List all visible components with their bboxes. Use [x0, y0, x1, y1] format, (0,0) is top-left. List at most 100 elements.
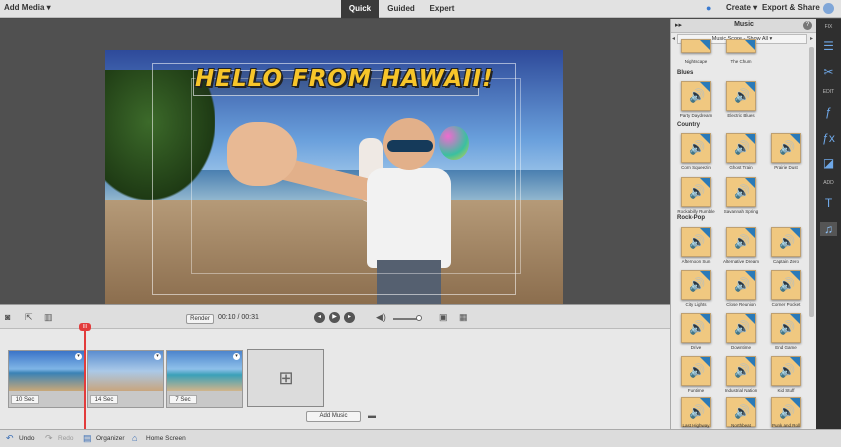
music-note-icon[interactable]: ♫ [820, 222, 837, 236]
forward-icon[interactable]: ▸ [344, 312, 355, 323]
music-label: Last Highway [682, 423, 710, 428]
music-tile[interactable]: 🔊 [681, 133, 711, 163]
tools-icon[interactable]: ✂ [820, 65, 837, 79]
next-arrow-icon[interactable]: ▸ [810, 35, 813, 42]
speaker-icon: 🔊 [779, 363, 796, 378]
narration-icon[interactable]: ▬ [368, 411, 376, 420]
volume-slider-knob[interactable] [416, 315, 422, 321]
create-menu[interactable]: Create ▾ [726, 3, 757, 12]
music-label: Ghost Train [729, 165, 753, 170]
category-heading: Blues [677, 70, 694, 76]
layout-icon[interactable]: ▦ [459, 312, 468, 323]
settings-icon[interactable] [823, 3, 834, 14]
music-tile[interactable]: 🔊 [726, 81, 756, 111]
organizer-button[interactable]: Organizer [96, 435, 125, 442]
clip-duration[interactable]: 7 Sec [169, 395, 197, 404]
panel-scrollbar[interactable] [809, 47, 814, 317]
video-clip[interactable]: ▾ 10 Sec [8, 350, 85, 408]
music-label: Drive [690, 345, 702, 350]
rewind-icon[interactable]: ◂ [314, 312, 325, 323]
music-tile[interactable]: 🔊 [726, 133, 756, 163]
pan-zoom-icon[interactable]: ƒ [820, 105, 837, 119]
organizer-icon[interactable]: ▤ [83, 433, 92, 444]
tab-guided[interactable]: Guided [383, 0, 419, 18]
speaker-icon: 🔊 [689, 88, 706, 103]
clip-duration[interactable]: 10 Sec [11, 395, 39, 404]
chevron-down-icon[interactable]: ▾ [154, 353, 161, 360]
home-screen-button[interactable]: Home Screen [146, 435, 186, 442]
fullscreen-icon[interactable]: ▣ [439, 312, 448, 323]
bell-icon[interactable]: ● [706, 3, 716, 14]
music-tile[interactable]: 🔊 [771, 227, 801, 257]
music-tile[interactable]: 🔊 [771, 356, 801, 386]
chevron-down-icon[interactable]: ▾ [233, 353, 240, 360]
titles-icon[interactable]: T [820, 196, 837, 210]
timeline-toolbar: ◙ ⇱ ▥ Render 00:10 / 00:31 ◂ ▶ ▸ ◀) ▣ ▦ [0, 305, 670, 329]
music-tile[interactable]: 🔊 [681, 356, 711, 386]
panel-header: ▸▸ Music ? [671, 19, 817, 33]
export-share-menu[interactable]: Export & Share [762, 3, 820, 12]
render-button[interactable]: Render [186, 314, 214, 324]
edit-label: EDIT [822, 89, 835, 95]
music-tile[interactable]: 🔊 [771, 270, 801, 300]
music-tile[interactable]: 🔊 [726, 356, 756, 386]
adjust-sliders-icon[interactable]: ☰ [820, 39, 837, 53]
music-tile[interactable]: 🔊 [681, 270, 711, 300]
speaker-icon: 🔊 [779, 234, 796, 249]
music-label: City Lights [685, 302, 707, 307]
fix-label: FIX [824, 24, 833, 30]
add-music-button[interactable]: Add Music [306, 411, 361, 422]
speaker-icon: 🔊 [689, 184, 706, 199]
redo-icon[interactable]: ↷ [45, 433, 53, 444]
camera-icon[interactable]: ◙ [5, 312, 10, 322]
speaker-icon: 🔊 [734, 140, 751, 155]
clip-thumbnail [9, 351, 84, 391]
music-tile[interactable]: 🔊 [726, 177, 756, 207]
category-heading: Country [677, 122, 700, 128]
redo-button[interactable]: Redo [58, 435, 74, 442]
undo-icon[interactable]: ↶ [6, 433, 14, 444]
music-label: Punk and Roll [771, 423, 801, 428]
prev-arrow-icon[interactable]: ◂ [672, 35, 675, 42]
export-icon[interactable]: ⇱ [25, 312, 33, 323]
playhead[interactable]: III [79, 323, 91, 331]
music-tile[interactable]: 🔊 [726, 227, 756, 257]
music-label: Kid Stuff [777, 388, 795, 393]
tab-quick[interactable]: Quick [341, 0, 379, 18]
clip-duration[interactable]: 14 Sec [90, 395, 118, 404]
music-tile[interactable]: 🔊 [681, 227, 711, 257]
music-label: Northbeat [731, 423, 751, 428]
category-heading: Rock-Pop [677, 215, 706, 221]
speaker-icon: 🔊 [734, 404, 751, 419]
volume-icon[interactable]: ◀) [376, 312, 386, 323]
effects-icon[interactable]: ƒx [820, 131, 837, 145]
music-tile[interactable]: 🔊 [771, 313, 801, 343]
music-tile[interactable]: 🔊 [726, 270, 756, 300]
music-tile[interactable]: 🔊 [681, 313, 711, 343]
tab-expert[interactable]: Expert [424, 0, 460, 18]
music-tile[interactable]: 🔊 [681, 81, 711, 111]
add-media-slot[interactable]: ⊞ [247, 349, 324, 407]
music-label: Corn Squeezin [681, 165, 711, 170]
color-icon[interactable]: ◪ [820, 156, 837, 170]
music-tile[interactable]: 🔊 [771, 133, 801, 163]
add-media-menu[interactable]: Add Media ▾ [4, 3, 51, 12]
music-label: Corner Pocket [771, 302, 801, 307]
undo-button[interactable]: Undo [19, 435, 35, 442]
music-tile[interactable]: 🔊 [681, 177, 711, 207]
chevron-down-icon[interactable]: ▾ [75, 353, 82, 360]
music-tile[interactable]: 🔊 [726, 313, 756, 343]
help-icon[interactable]: ? [803, 21, 812, 30]
home-icon[interactable]: ⌂ [132, 433, 137, 443]
video-clip[interactable]: ▾ 14 Sec [87, 350, 164, 408]
play-icon[interactable]: ▶ [329, 312, 340, 323]
playhead-line[interactable] [84, 325, 86, 429]
title-text[interactable]: HELLO FROM HAWAII! [195, 66, 493, 96]
music-label: Prairie Dust [774, 165, 798, 170]
music-panel: ▸▸ Music ? Music Score - Show All ▾ ◂ ▸ … [670, 19, 817, 429]
trash-icon[interactable]: ▥ [44, 312, 53, 323]
speaker-icon: 🔊 [779, 140, 796, 155]
music-tile[interactable] [726, 39, 756, 53]
music-tile[interactable] [681, 39, 711, 53]
video-clip[interactable]: ▾ 7 Sec [166, 350, 243, 408]
